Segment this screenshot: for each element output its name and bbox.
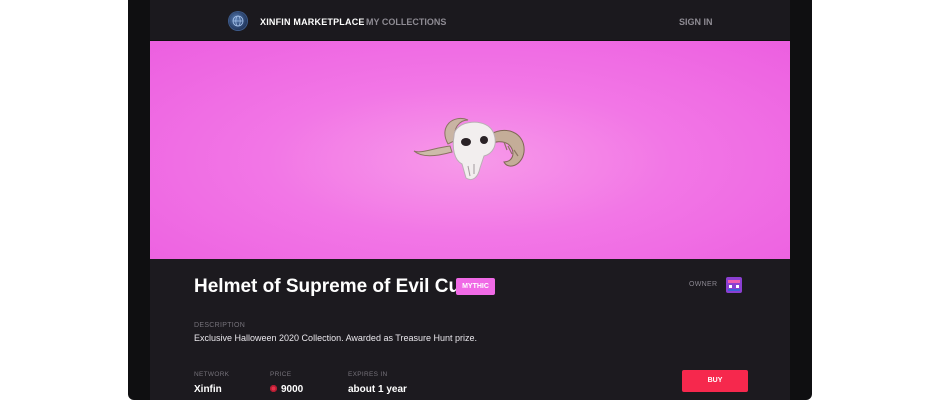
- description-label: DESCRIPTION: [194, 322, 246, 329]
- token-icon: [270, 385, 277, 392]
- top-navigation-bar: XINFIN MARKETPLACE MY COLLECTIONS SIGN I…: [150, 0, 790, 41]
- description-text: Exclusive Halloween 2020 Collection. Awa…: [194, 333, 477, 343]
- item-preview: [150, 41, 790, 259]
- ram-skull-image: [413, 118, 525, 181]
- network-value: Xinfin: [194, 384, 222, 395]
- nav-my-collections[interactable]: MY COLLECTIONS: [366, 17, 446, 27]
- app-window: XINFIN MARKETPLACE MY COLLECTIONS SIGN I…: [150, 0, 790, 400]
- price-value: 9000: [281, 384, 304, 395]
- owner-label: OWNER: [689, 281, 718, 288]
- network-label: NETWORK: [194, 371, 230, 378]
- sign-in-link[interactable]: SIGN IN: [679, 17, 713, 27]
- price-label: PRICE: [270, 371, 292, 378]
- expires-value: about 1 year: [348, 384, 407, 395]
- brand-link[interactable]: XINFIN MARKETPLACE: [260, 17, 365, 27]
- buy-button[interactable]: BUY: [682, 370, 748, 392]
- price-value-wrapper: 9000: [270, 384, 303, 395]
- item-title: Helmet of Supreme of Evil Cult: [194, 276, 472, 297]
- pixel-avatar-icon[interactable]: [726, 277, 742, 293]
- rarity-badge: MYTHIC: [456, 278, 495, 295]
- globe-icon[interactable]: [229, 12, 247, 30]
- expires-label: EXPIRES IN: [348, 371, 388, 378]
